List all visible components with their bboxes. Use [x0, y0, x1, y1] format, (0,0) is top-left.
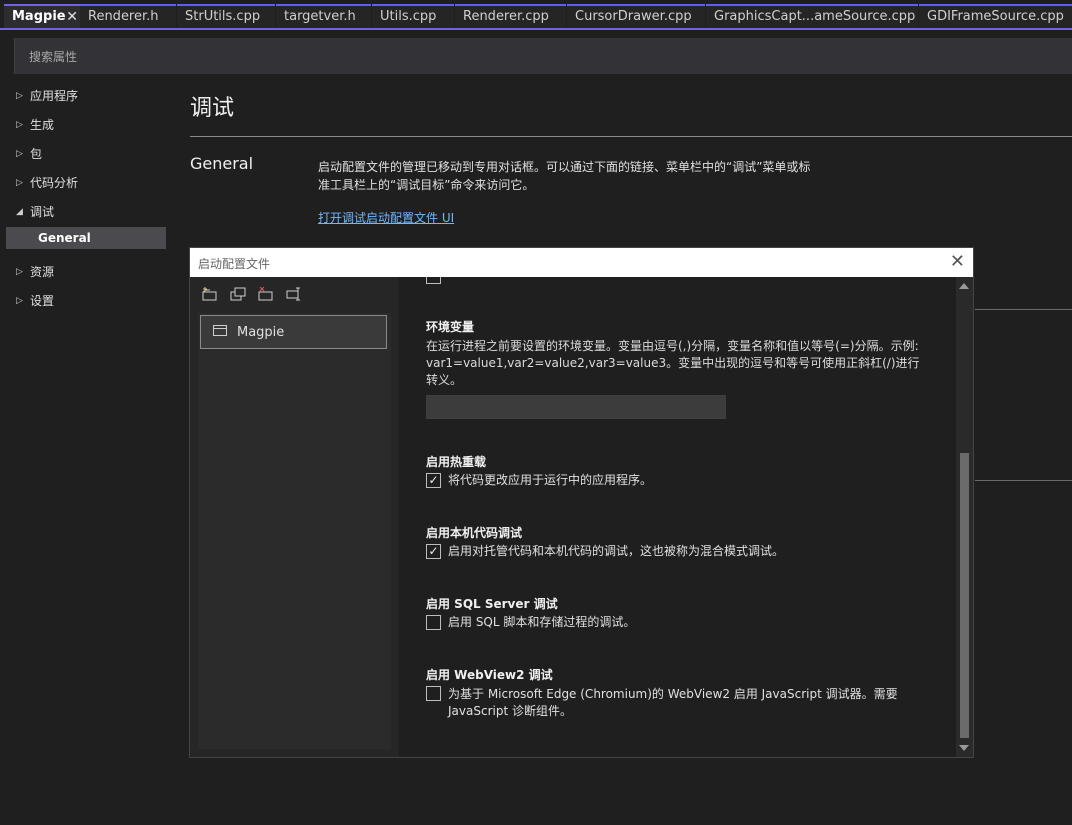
profile-settings-pane: 环境变量 在运行进程之前要设置的环境变量。变量由逗号(,)分隔，变量名称和值以等…: [399, 277, 973, 757]
rename-profile-icon[interactable]: [286, 287, 302, 301]
env-vars-description: 在运行进程之前要设置的环境变量。变量由逗号(,)分隔，变量名称和值以等号(=)分…: [426, 339, 920, 387]
tree-item-debug[interactable]: ◢ 调试: [6, 201, 166, 223]
env-vars-input[interactable]: [426, 395, 726, 419]
partial-checkbox[interactable]: [426, 277, 441, 284]
tab-gdiframesource-cpp[interactable]: GDIFrameSource.cpp: [919, 4, 1072, 28]
tab-label: GDIFrameSource.cpp: [927, 9, 1064, 24]
tree-item-label: 调试: [30, 205, 55, 219]
close-icon[interactable]: ✕: [950, 251, 965, 272]
tab-label: targetver.h: [284, 9, 356, 24]
search-placeholder: 搜索属性: [29, 50, 78, 64]
webview-debug-checkbox[interactable]: [426, 686, 441, 701]
tree-item-label: 应用程序: [30, 89, 79, 103]
section-divider: [975, 480, 1072, 481]
expand-arrow-icon[interactable]: ▷: [16, 290, 23, 312]
tree-item-label: 包: [30, 147, 43, 161]
webview-debug-heading: 启用 WebView2 调试: [426, 668, 553, 682]
tab-renderer-h[interactable]: Renderer.h: [80, 4, 176, 28]
section-heading: General: [190, 154, 254, 173]
tree-item-label: 资源: [30, 265, 55, 279]
tab-label: GraphicsCapt...ameSource.cpp: [714, 9, 916, 24]
tree-item-label: 代码分析: [30, 176, 79, 190]
tab-magpie[interactable]: Magpie ✕: [4, 4, 84, 28]
tab-label: Renderer.h: [88, 9, 159, 24]
tree-item-application[interactable]: ▷ 应用程序: [6, 85, 166, 107]
tree-item-label: 设置: [30, 294, 55, 308]
search-properties-input[interactable]: 搜索属性: [14, 38, 1072, 74]
tab-label: Renderer.cpp: [463, 9, 549, 24]
profiles-pane: Magpie: [190, 277, 399, 757]
profile-name: Magpie: [237, 325, 285, 340]
scroll-up-icon[interactable]: [959, 283, 969, 289]
tab-label: Magpie: [12, 9, 66, 24]
new-profile-icon[interactable]: [202, 287, 218, 301]
sql-debug-label: 启用 SQL 脚本和存储过程的调试。: [448, 615, 636, 629]
native-debug-checkbox[interactable]: ✓: [426, 544, 441, 559]
collapse-arrow-icon[interactable]: ◢: [16, 201, 23, 223]
env-vars-heading: 环境变量: [426, 320, 475, 334]
delete-profile-icon[interactable]: [258, 286, 274, 301]
tab-label: Utils.cpp: [380, 9, 437, 24]
tree-item-label: 生成: [30, 118, 55, 132]
hot-reload-heading: 启用热重载: [426, 455, 487, 469]
native-debug-label: 启用对托管代码和本机代码的调试，这也被称为混合模式调试。: [448, 544, 785, 558]
tab-cursordrawer-cpp[interactable]: CursorDrawer.cpp: [567, 4, 705, 28]
close-icon[interactable]: ✕: [66, 6, 78, 28]
tab-label: StrUtils.cpp: [185, 9, 261, 24]
scroll-down-icon[interactable]: [959, 745, 969, 751]
list-item[interactable]: Magpie: [200, 315, 387, 349]
webview-debug-label: 为基于 Microsoft Edge (Chromium)的 WebView2 …: [448, 687, 898, 718]
expand-arrow-icon[interactable]: ▷: [16, 143, 23, 165]
expand-arrow-icon[interactable]: ▷: [16, 85, 23, 107]
scroll-thumb[interactable]: [960, 453, 969, 738]
tree-item-code-analysis[interactable]: ▷ 代码分析: [6, 172, 166, 194]
tab-label: CursorDrawer.cpp: [575, 9, 692, 24]
tab-utils-cpp[interactable]: Utils.cpp: [372, 4, 454, 28]
tab-targetver-h[interactable]: targetver.h: [276, 4, 371, 28]
section-divider: [975, 309, 1072, 310]
tab-renderer-cpp[interactable]: Renderer.cpp: [455, 4, 566, 28]
expand-arrow-icon[interactable]: ▷: [16, 261, 23, 283]
tab-strutils-cpp[interactable]: StrUtils.cpp: [177, 4, 275, 28]
tree-item-general[interactable]: General: [6, 227, 166, 249]
open-launch-profiles-link[interactable]: 打开调试启动配置文件 UI: [318, 209, 454, 226]
tree-item-package[interactable]: ▷ 包: [6, 143, 166, 165]
dialog-title: 启动配置文件: [198, 257, 271, 271]
vertical-scrollbar[interactable]: [956, 277, 973, 757]
expand-arrow-icon[interactable]: ▷: [16, 114, 23, 136]
profile-list: Magpie: [198, 313, 391, 749]
launch-profiles-dialog: 启动配置文件 ✕ Magpie 环境变量 在运行进程之前要设置的环境变量。变量由…: [189, 247, 974, 758]
title-divider: [190, 136, 1072, 137]
tree-item-settings[interactable]: ▷ 设置: [6, 290, 166, 312]
dialog-title-bar: 启动配置文件 ✕: [190, 248, 973, 277]
expand-arrow-icon[interactable]: ▷: [16, 172, 23, 194]
hot-reload-label: 将代码更改应用于运行中的应用程序。: [448, 473, 653, 487]
tab-graphicscapture-cpp[interactable]: GraphicsCapt...ameSource.cpp: [706, 4, 918, 28]
page-title: 调试: [190, 96, 235, 121]
tree-item-label: General: [38, 231, 91, 245]
sql-debug-checkbox[interactable]: [426, 615, 441, 630]
document-tab-strip: Magpie ✕ Renderer.h StrUtils.cpp targetv…: [0, 0, 1072, 30]
section-description: 启动配置文件的管理已移动到专用对话框。可以通过下面的链接、菜单栏中的“调试”菜单…: [318, 160, 811, 192]
window-icon: [213, 325, 227, 336]
hot-reload-checkbox[interactable]: ✓: [426, 473, 441, 488]
tree-item-build[interactable]: ▷ 生成: [6, 114, 166, 136]
native-debug-heading: 启用本机代码调试: [426, 526, 523, 540]
copy-profile-icon[interactable]: [230, 287, 246, 301]
tree-item-resources[interactable]: ▷ 资源: [6, 261, 166, 283]
sql-debug-heading: 启用 SQL Server 调试: [426, 597, 558, 611]
